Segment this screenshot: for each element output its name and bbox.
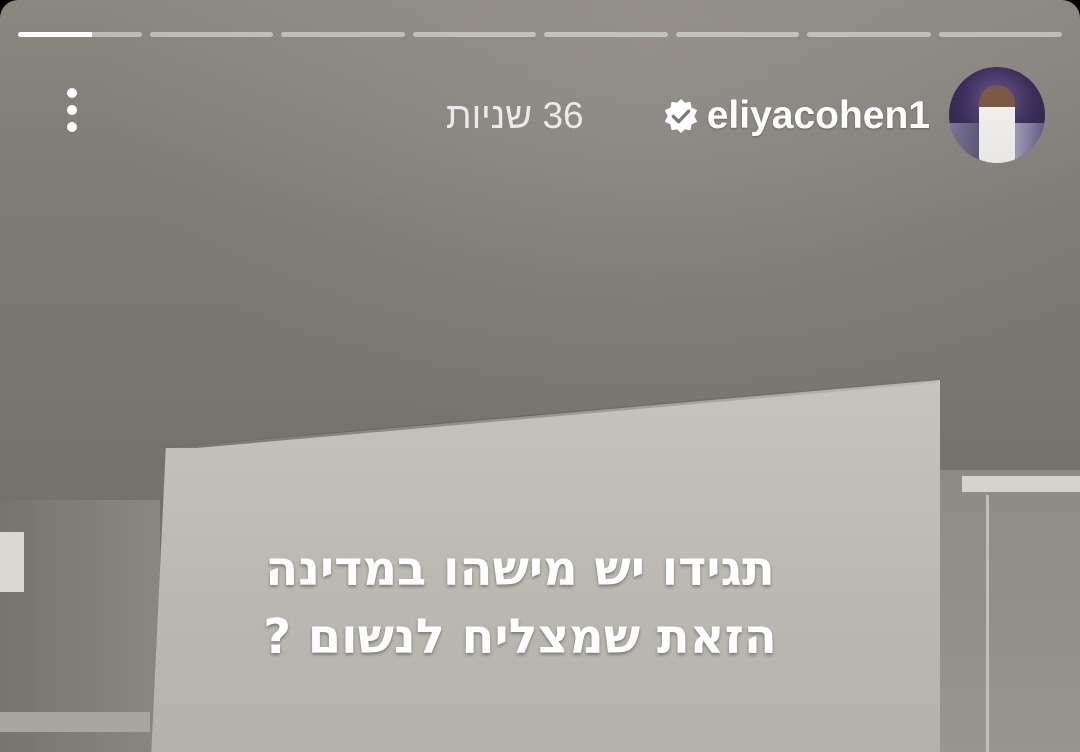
story-timestamp: 36 שניות: [446, 95, 584, 136]
story-progress-segment: [18, 32, 142, 37]
right-cable: [986, 495, 989, 752]
story-caption: תגידו יש מישהו במדינה הזאת שמצליח לנשום …: [200, 535, 840, 671]
more-vertical-icon-dot: [67, 122, 77, 132]
story-viewer[interactable]: eliyacohen1 36 שניות תגידו יש מישהו במדי…: [0, 0, 1080, 752]
story-progress-segment: [675, 32, 799, 37]
story-progress-segment: [412, 32, 536, 37]
left-light: [0, 532, 24, 592]
username[interactable]: eliyacohen1: [707, 92, 930, 140]
more-vertical-icon: [67, 88, 77, 98]
right-beam: [962, 476, 1080, 492]
left-shelf: [0, 712, 150, 732]
story-progress-bar: [18, 32, 1062, 38]
story-caption-line-1: תגידו יש מישהו במדינה: [265, 541, 775, 597]
more-options-button[interactable]: [52, 80, 92, 140]
story-progress-segment: [281, 32, 405, 37]
story-caption-line-2: הזאת שמצליח לנשום ?: [263, 609, 777, 665]
right-wall: [940, 470, 1080, 752]
more-vertical-icon-dot: [67, 105, 77, 115]
story-progress-segment: [544, 32, 668, 37]
story-progress-fill: [18, 32, 93, 37]
avatar-person: [979, 85, 1015, 163]
story-progress-segment: [938, 32, 1062, 37]
story-progress-segment: [149, 32, 273, 37]
story-progress-segment: [807, 32, 931, 37]
verified-badge-icon: [664, 98, 698, 134]
avatar[interactable]: [949, 67, 1045, 163]
